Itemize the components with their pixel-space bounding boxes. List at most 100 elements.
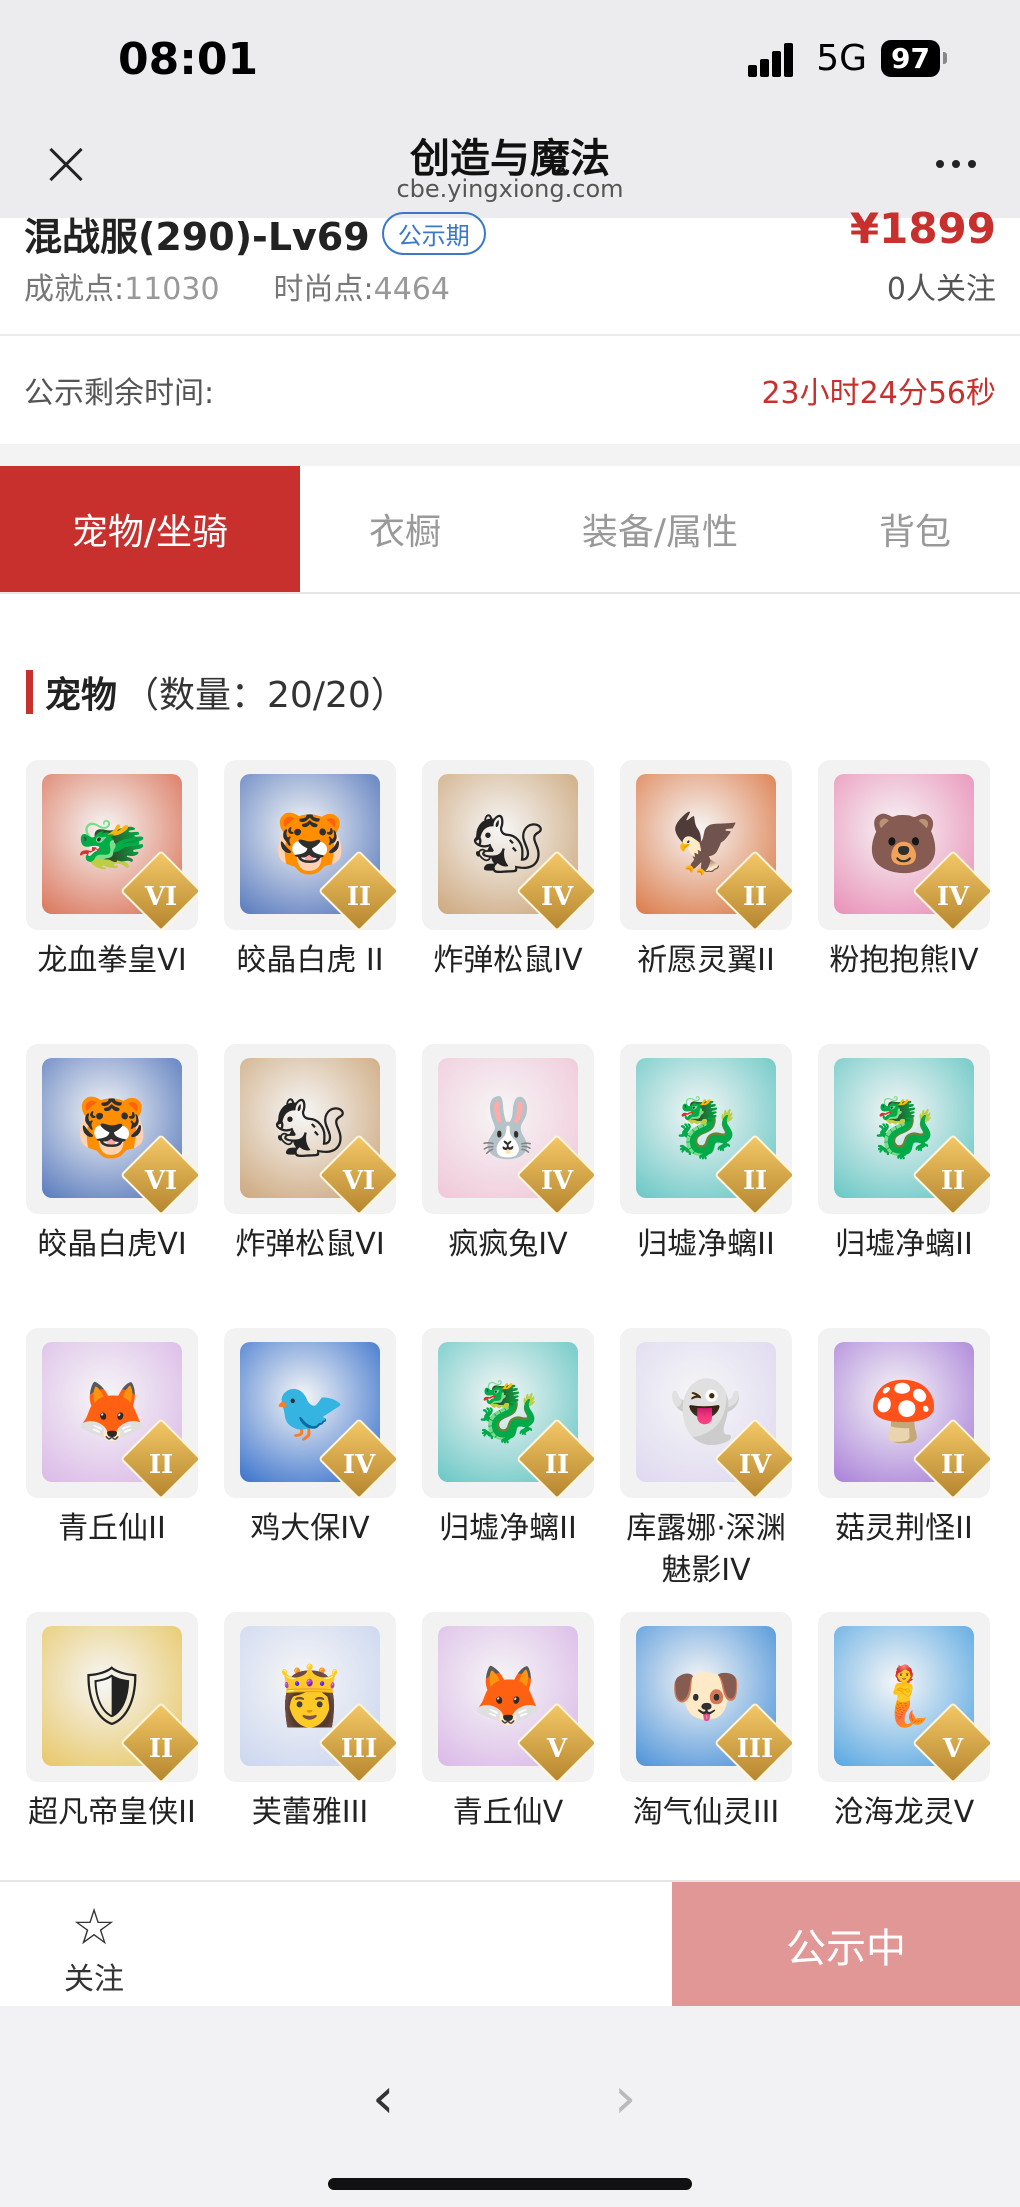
pet-thumbnail: 🐉 II (422, 1328, 594, 1498)
follow-button[interactable]: ☆ 关注 (56, 1900, 132, 1998)
pet-glyph: 🐲 (75, 809, 149, 878)
fashion-points: 时尚点:4464 (273, 272, 451, 307)
pet-name: 祈愿灵翼II (637, 943, 775, 978)
publicity-status-button[interactable]: 公示中 (672, 1882, 1020, 2008)
pet-item[interactable]: 🧜 V 沧海龙灵V (818, 1612, 990, 1834)
pet-item[interactable]: 🐉 II 归墟净螭II (818, 1044, 990, 1266)
pets-section-title: 宠物 （数量：20/20） (26, 666, 407, 718)
rank-label: III (736, 1734, 774, 1764)
status-badge: 公示期 (381, 212, 486, 255)
pet-name: 青丘仙II (58, 1511, 166, 1546)
pet-name: 疯疯兔IV (448, 1227, 568, 1262)
listing-info: 混战服(290)-Lv69 公示期 ¥1899 成就点:11030 时尚点:44… (0, 204, 1020, 334)
pet-glyph: 🐉 (669, 1093, 743, 1162)
rank-label: IV (738, 1450, 772, 1480)
section-name: 宠物 (45, 675, 118, 716)
browser-toolbar: ‹ › (0, 2006, 1020, 2207)
more-options-icon[interactable] (936, 160, 976, 168)
pet-glyph: 🐉 (471, 1377, 545, 1446)
tab-equipment[interactable]: 装备/属性 (510, 466, 810, 592)
pet-name: 归墟净螭II (835, 1227, 973, 1262)
rank-label: II (346, 882, 372, 912)
pet-item[interactable]: 👸 III 芙蕾雅III (224, 1612, 396, 1834)
pet-name: 粉抱抱熊IV (829, 943, 979, 978)
pet-item[interactable]: 🐯 VI 皎晶白虎VI (26, 1044, 198, 1266)
pet-glyph: 🐿 (273, 1093, 347, 1162)
pet-glyph: 🍄 (867, 1377, 941, 1446)
rank-label: II (148, 1450, 174, 1480)
pet-thumbnail: 🐰 IV (422, 1044, 594, 1214)
pet-thumbnail: 🧜 V (818, 1612, 990, 1782)
pet-item[interactable]: 🦊 V 青丘仙V (422, 1612, 594, 1834)
countdown-value: 23小时24分56秒 (761, 376, 996, 411)
pet-item[interactable]: 🐯 II 皎晶白虎 II (224, 760, 396, 982)
bottom-action-bar: ☆ 关注 公示中 (0, 1880, 1020, 2008)
countdown-label: 公示剩余时间: (24, 376, 215, 411)
tab-pets-mounts[interactable]: 宠物/坐骑 (0, 466, 300, 592)
tab-backpack[interactable]: 背包 (810, 466, 1020, 592)
pet-item[interactable]: 🦊 II 青丘仙II (26, 1328, 198, 1550)
countdown-row: 公示剩余时间: 23小时24分56秒 (0, 336, 1020, 444)
rank-label: V (546, 1734, 568, 1764)
pet-item[interactable]: 🍄 II 菇灵荆怪II (818, 1328, 990, 1550)
rank-label: II (940, 1450, 966, 1480)
rank-label: IV (342, 1450, 376, 1480)
pet-glyph: 🐻 (867, 809, 941, 878)
pet-glyph: 👸 (273, 1661, 347, 1730)
rank-label: IV (936, 882, 970, 912)
network-type: 5G (816, 38, 868, 79)
pet-thumbnail: 🐦 IV (224, 1328, 396, 1498)
pet-glyph: 🐿 (471, 809, 545, 878)
server-label: 混战服(290)-Lv69 (24, 215, 370, 259)
pet-item[interactable]: 👻 IV 库露娜·深渊魅影IV (620, 1328, 792, 1592)
follow-label: 关注 (64, 1962, 124, 1997)
pet-item[interactable]: 🐿 IV 炸弹松鼠IV (422, 760, 594, 982)
pet-item[interactable]: 🛡 II 超凡帝皇侠II (26, 1612, 198, 1834)
pet-name: 超凡帝皇侠II (28, 1795, 196, 1830)
pet-thumbnail: 🐉 II (818, 1044, 990, 1214)
rank-label: II (940, 1166, 966, 1196)
pet-glyph: 🐶 (669, 1661, 743, 1730)
follower-count: 0人关注 (886, 272, 996, 307)
achievement-points: 成就点:11030 (24, 272, 220, 307)
pet-name: 菇灵荆怪II (835, 1511, 973, 1546)
pet-item[interactable]: 🐦 IV 鸡大保IV (224, 1328, 396, 1550)
forward-icon[interactable]: › (614, 2066, 636, 2131)
pet-item[interactable]: 🐰 IV 疯疯兔IV (422, 1044, 594, 1266)
pet-glyph: 🐉 (867, 1093, 941, 1162)
pet-item[interactable]: 🐶 III 淘气仙灵III (620, 1612, 792, 1834)
server-name: 混战服(290)-Lv69 公示期 (24, 206, 486, 261)
tab-wardrobe[interactable]: 衣橱 (300, 466, 510, 592)
pet-name: 归墟净螭II (439, 1511, 577, 1546)
pet-thumbnail: 👸 III (224, 1612, 396, 1782)
rank-label: VI (144, 882, 178, 912)
pet-thumbnail: 🍄 II (818, 1328, 990, 1498)
status-indicators: 5G 97 (748, 38, 947, 79)
pet-item[interactable]: 🐉 II 归墟净螭II (422, 1328, 594, 1550)
pet-glyph: 🐦 (273, 1377, 347, 1446)
pet-name: 鸡大保IV (250, 1511, 370, 1546)
rank-label: II (544, 1450, 570, 1480)
pet-name: 归墟净螭II (637, 1227, 775, 1262)
pet-item[interactable]: 🦅 II 祈愿灵翼II (620, 760, 792, 982)
pet-item[interactable]: 🐉 II 归墟净螭II (620, 1044, 792, 1266)
pet-glyph: 🐯 (273, 809, 347, 878)
rank-label: IV (540, 1166, 574, 1196)
pet-item[interactable]: 🐿 VI 炸弹松鼠VI (224, 1044, 396, 1266)
pet-name: 龙血拳皇VI (37, 943, 187, 978)
pet-thumbnail: 🐶 III (620, 1612, 792, 1782)
page-url: cbe.yingxiong.com (396, 175, 624, 203)
rank-label: VI (144, 1166, 178, 1196)
pet-item[interactable]: 🐻 IV 粉抱抱熊IV (818, 760, 990, 982)
back-icon[interactable]: ‹ (372, 2066, 394, 2131)
rank-label: III (340, 1734, 378, 1764)
pet-thumbnail: 🐯 VI (26, 1044, 198, 1214)
rank-label: VI (342, 1166, 376, 1196)
pet-glyph: 🐰 (471, 1093, 545, 1162)
pet-item[interactable]: 🐲 VI 龙血拳皇VI (26, 760, 198, 982)
pet-name: 芙蕾雅III (251, 1795, 369, 1830)
pet-thumbnail: 🐿 VI (224, 1044, 396, 1214)
pet-thumbnail: 🛡 II (26, 1612, 198, 1782)
pet-glyph: 👻 (669, 1377, 743, 1446)
rank-label: II (742, 1166, 768, 1196)
